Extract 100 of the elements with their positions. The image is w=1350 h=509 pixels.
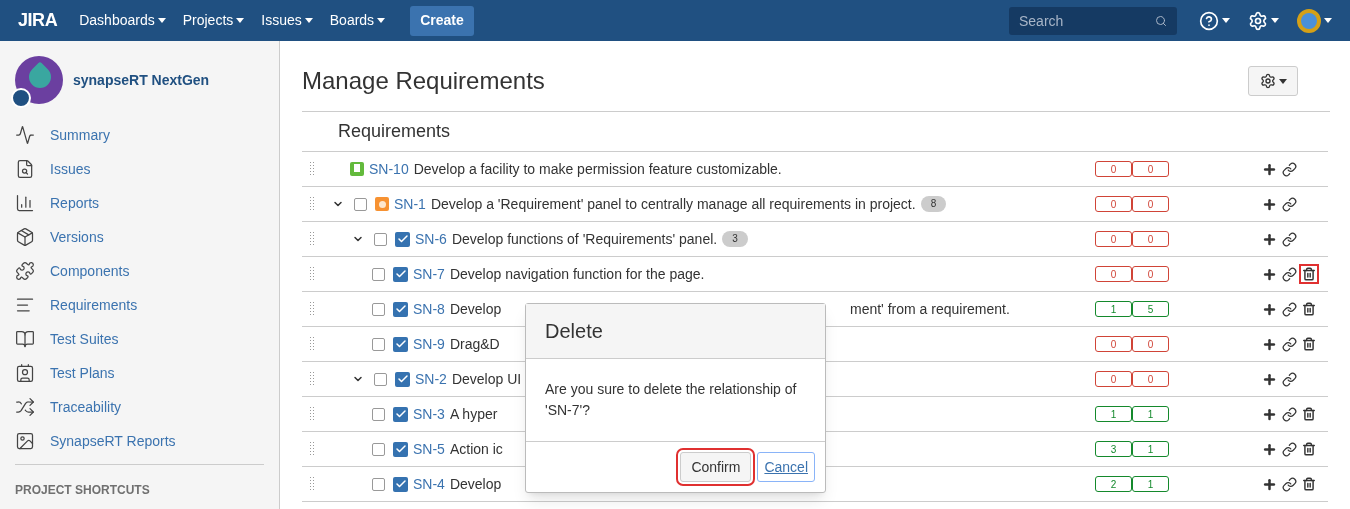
- create-button[interactable]: Create: [410, 5, 474, 36]
- sidebar-link[interactable]: Test Suites: [50, 328, 119, 350]
- requirement-type-icon: [393, 476, 408, 492]
- add-icon[interactable]: [1262, 406, 1277, 422]
- sidebar-link[interactable]: SynapseRT Reports: [50, 430, 176, 452]
- settings-menu-button[interactable]: [1248, 10, 1279, 31]
- link-icon[interactable]: [1282, 161, 1297, 177]
- test-count-badge: 0: [1132, 161, 1169, 177]
- test-count-badge: 0: [1095, 266, 1132, 282]
- nav-menu[interactable]: Boards: [329, 10, 386, 31]
- issue-summary: Develop navigation function for the page.: [449, 264, 705, 284]
- nav-menu[interactable]: Issues: [261, 10, 313, 31]
- help-menu-button[interactable]: [1199, 10, 1230, 31]
- bar-chart-icon: [15, 193, 35, 213]
- test-count-badge: 0: [1095, 371, 1132, 387]
- sidebar-link[interactable]: Components: [50, 260, 130, 282]
- add-icon[interactable]: [1262, 336, 1277, 352]
- card-icon: [15, 363, 35, 383]
- row-checkbox[interactable]: [372, 442, 385, 456]
- test-count-badge: 2: [1095, 476, 1132, 492]
- row-checkbox[interactable]: [372, 267, 385, 281]
- issue-key-link[interactable]: SN-5: [413, 438, 445, 460]
- nav-menu[interactable]: Projects: [182, 10, 245, 31]
- row-checkbox[interactable]: [374, 372, 387, 386]
- issue-key-link[interactable]: SN-1: [394, 193, 426, 215]
- story-type-icon: [350, 162, 364, 176]
- row-checkbox[interactable]: [372, 477, 385, 491]
- page-title: Manage Requirements: [302, 66, 545, 96]
- book-icon: [15, 329, 35, 349]
- issue-key-link[interactable]: SN-8: [413, 298, 445, 320]
- add-icon[interactable]: [1262, 301, 1277, 317]
- test-count-badge: 0: [1132, 371, 1169, 387]
- box-icon: [15, 227, 35, 247]
- sidebar-link[interactable]: Reports: [50, 192, 100, 214]
- row-checkbox[interactable]: [372, 407, 385, 421]
- row-checkbox[interactable]: [354, 197, 367, 211]
- test-count-badge: 0: [1095, 336, 1132, 352]
- issue-key-link[interactable]: SN-7: [413, 263, 445, 285]
- row-checkbox[interactable]: [372, 302, 385, 316]
- sidebar-link[interactable]: Requirements: [50, 294, 138, 316]
- link-icon[interactable]: [1282, 231, 1297, 247]
- test-count-badge: 1: [1132, 406, 1169, 422]
- issue-key-link[interactable]: SN-2: [415, 368, 447, 390]
- add-icon[interactable]: [1262, 231, 1277, 247]
- add-icon[interactable]: [1262, 161, 1277, 177]
- nav-menu[interactable]: Dashboards: [79, 10, 166, 31]
- test-count-badge: 5: [1132, 301, 1169, 317]
- issue-key-link[interactable]: SN-10: [369, 158, 409, 180]
- link-icon[interactable]: [1282, 336, 1297, 352]
- issue-key-link[interactable]: SN-9: [413, 333, 445, 355]
- delete-icon[interactable]: [1302, 337, 1316, 351]
- issue-key-link[interactable]: SN-6: [415, 228, 447, 250]
- test-count-badge: 0: [1132, 196, 1169, 212]
- link-icon[interactable]: [1282, 371, 1297, 387]
- issue-key-link[interactable]: SN-4: [413, 473, 445, 495]
- link-icon[interactable]: [1282, 266, 1297, 282]
- add-icon[interactable]: [1262, 266, 1277, 282]
- table-title: Requirements: [338, 120, 451, 143]
- add-icon[interactable]: [1262, 196, 1277, 212]
- test-count-badge: 0: [1095, 196, 1132, 212]
- add-icon[interactable]: [1262, 371, 1277, 387]
- delete-icon[interactable]: [1302, 477, 1316, 491]
- caret-icon: [1324, 18, 1332, 23]
- caret-icon: [157, 18, 166, 23]
- issue-summary: Develop a facility to make permission feature customizable.: [413, 159, 782, 179]
- row-checkbox[interactable]: [374, 232, 387, 246]
- add-icon[interactable]: [1262, 476, 1277, 492]
- sidebar-link[interactable]: Traceability: [50, 396, 122, 418]
- search-icon[interactable]: [1155, 14, 1167, 27]
- caret-icon: [377, 18, 386, 23]
- requirement-type-icon: [393, 441, 408, 457]
- link-icon[interactable]: [1282, 441, 1297, 457]
- delete-icon[interactable]: [1299, 264, 1319, 284]
- requirement-type-icon: [395, 371, 410, 387]
- link-icon[interactable]: [1282, 301, 1297, 317]
- cancel-link[interactable]: Cancel: [757, 452, 815, 482]
- dialog-message: Are you sure to delete the relationship of 'SN-7'?: [545, 380, 798, 420]
- sidebar-link[interactable]: Summary: [50, 124, 110, 146]
- issue-key-link[interactable]: SN-3: [413, 403, 445, 425]
- user-menu-button[interactable]: [1297, 8, 1332, 33]
- jira-logo[interactable]: JIRA: [18, 7, 58, 34]
- row-checkbox[interactable]: [372, 337, 385, 351]
- settings-dropdown-button[interactable]: [1248, 66, 1298, 96]
- sidebar-link[interactable]: Test Plans: [50, 362, 115, 384]
- shuffle-icon: [15, 397, 35, 417]
- search-field[interactable]: Search: [1009, 6, 1177, 35]
- puzzle-icon: [15, 261, 35, 281]
- delete-icon[interactable]: [1302, 302, 1316, 316]
- link-icon[interactable]: [1282, 476, 1297, 492]
- caret-icon: [1278, 78, 1287, 84]
- add-icon[interactable]: [1262, 441, 1277, 457]
- delete-icon[interactable]: [1302, 407, 1316, 421]
- link-icon[interactable]: [1282, 196, 1297, 212]
- sidebar-link[interactable]: Versions: [50, 226, 104, 248]
- delete-icon[interactable]: [1302, 442, 1316, 456]
- link-icon[interactable]: [1282, 406, 1297, 422]
- sidebar-link[interactable]: Issues: [50, 158, 91, 180]
- test-count-badge: 0: [1095, 161, 1132, 177]
- caret-icon: [236, 18, 245, 23]
- project-name[interactable]: synapseRT NextGen: [73, 69, 210, 91]
